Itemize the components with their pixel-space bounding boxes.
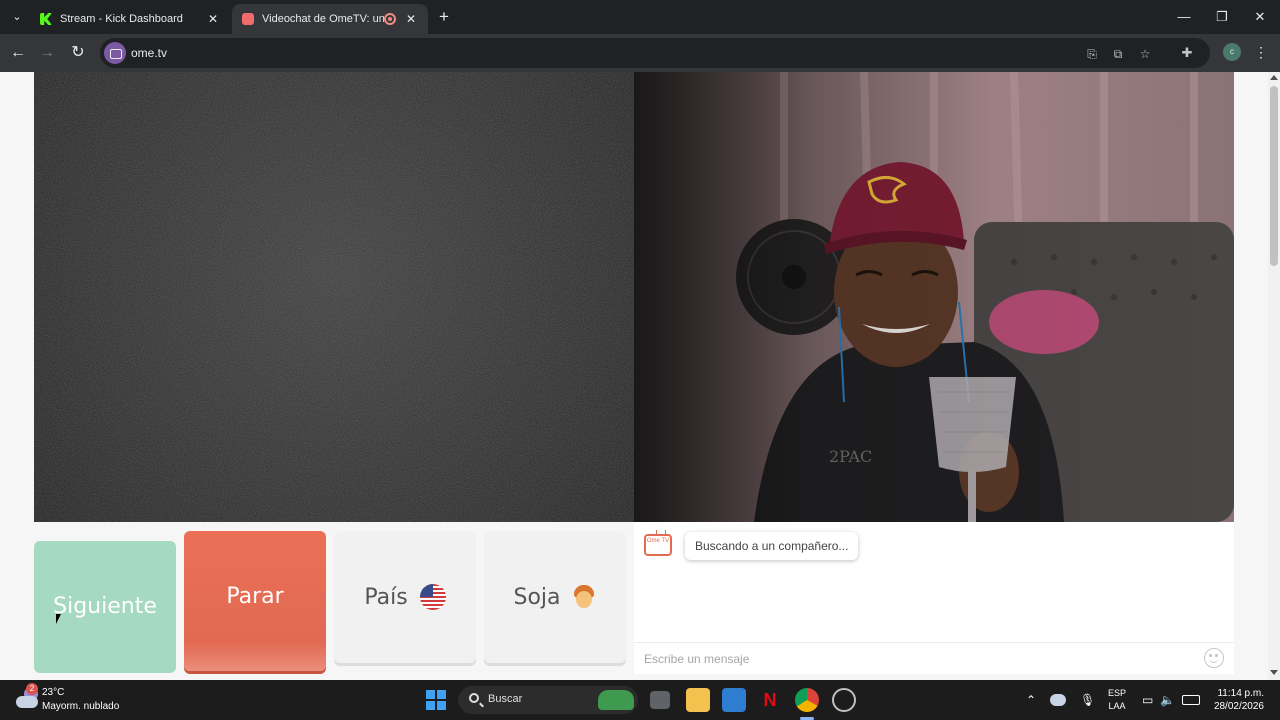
country-filter-button[interactable]: País <box>334 531 476 663</box>
close-icon[interactable]: ✕ <box>404 12 418 26</box>
scroll-thumb[interactable] <box>1270 86 1278 266</box>
gender-filter-button[interactable]: Soja <box>484 531 626 663</box>
obs-icon[interactable] <box>832 688 856 712</box>
keyboard-layout: LAA <box>1108 701 1126 711</box>
clock-date: 28/02/2026 <box>1213 701 1264 712</box>
new-tab-plus-icon[interactable]: + <box>434 7 454 27</box>
search-label: Buscar <box>488 693 523 705</box>
boy-icon <box>571 584 597 610</box>
country-label: País <box>364 584 408 610</box>
tab-title: Stream - Kick Dashboard <box>60 13 183 25</box>
task-view-icon[interactable] <box>650 691 670 709</box>
stranger-video-static <box>34 72 634 522</box>
forward-arrow-icon[interactable]: → <box>36 42 58 64</box>
search-highlight-icon <box>598 690 634 710</box>
file-explorer-icon[interactable] <box>686 688 710 712</box>
maximize-icon[interactable]: ❐ <box>1204 4 1240 30</box>
onedrive-cloud-icon[interactable] <box>1050 694 1066 706</box>
page-content: 2PAC <box>0 72 1268 680</box>
battery-icon[interactable] <box>1182 695 1200 705</box>
tab-strip: ⌄ Stream - Kick Dashboard ✕ Videochat de… <box>0 0 1280 34</box>
kick-icon <box>40 13 52 25</box>
emoji-smiley-icon[interactable] <box>1204 648 1224 668</box>
tab-kick-dashboard[interactable]: Stream - Kick Dashboard ✕ <box>30 4 230 34</box>
us-flag-icon <box>419 584 446 610</box>
gender-label: Soja <box>513 584 561 610</box>
input-language-indicator[interactable]: ESP LAA <box>1106 687 1128 713</box>
back-arrow-icon[interactable]: ← <box>7 42 29 64</box>
weather-forecast[interactable]: Mayorm. nublado <box>42 701 119 712</box>
recording-icon <box>384 13 396 25</box>
message-input[interactable] <box>634 642 1234 674</box>
chrome-icon[interactable] <box>795 688 819 712</box>
webcam-scene-illustration: 2PAC <box>634 72 1234 522</box>
search-icon <box>469 693 479 703</box>
ometv-icon <box>242 13 254 25</box>
noise-pattern <box>34 72 634 522</box>
display-icon[interactable]: ▭ <box>1142 692 1153 708</box>
windows-taskbar: 2 23°C Mayorm. nublado Buscar N ⌃ 🎙 ESP … <box>0 680 1280 720</box>
extensions-puzzle-icon[interactable]: ✚ <box>1178 44 1196 62</box>
translate-icon[interactable]: ⎘ <box>1083 45 1101 63</box>
microphone-icon[interactable]: 🎙 <box>1080 692 1095 708</box>
weather-badge: 2 <box>26 683 38 695</box>
tab-ometv[interactable]: Videochat de OmeTV: una alternativa ✕ <box>232 4 428 34</box>
temperature[interactable]: 23°C <box>42 687 64 698</box>
volume-icon[interactable]: 🔈 <box>1160 692 1175 708</box>
browser-toolbar: ← → ↻ ome.tv ⎘ ⧉ ☆ ✚ c ⋮ <box>0 34 1280 72</box>
status-message: Buscando a un compañero... <box>685 532 859 560</box>
reload-icon[interactable]: ↻ <box>67 42 89 64</box>
show-hidden-icons-chevron-icon[interactable]: ⌃ <box>1026 692 1036 708</box>
site-info-icon[interactable] <box>104 42 126 64</box>
bookmark-star-icon[interactable]: ☆ <box>1136 45 1154 63</box>
scroll-down-arrow-icon[interactable] <box>1270 670 1278 675</box>
self-webcam-video: 2PAC <box>634 72 1234 522</box>
clock-time: 11:14 p.m. <box>1217 688 1264 699</box>
ometv-logo: Ome TV <box>644 534 672 556</box>
scroll-up-arrow-icon[interactable] <box>1270 75 1278 80</box>
next-button[interactable]: Siguiente <box>34 541 176 673</box>
minimize-icon[interactable]: — <box>1166 4 1202 30</box>
close-icon[interactable]: ✕ <box>206 12 220 26</box>
tab-search-chevron-icon[interactable]: ⌄ <box>6 6 28 28</box>
taskbar-search[interactable]: Buscar <box>458 686 638 714</box>
tab-title: Videochat de OmeTV: una alternativa <box>262 13 384 25</box>
window-close-icon[interactable]: ✕ <box>1242 4 1278 30</box>
mouse-cursor-icon <box>56 614 61 624</box>
system-clock[interactable]: 11:14 p.m. 28/02/2026 <box>1206 687 1264 713</box>
url-text[interactable]: ome.tv <box>131 46 167 60</box>
language-code: ESP <box>1107 688 1126 698</box>
address-bar[interactable]: ome.tv ⎘ ⧉ ☆ <box>100 38 1210 68</box>
profile-avatar[interactable]: c <box>1223 43 1241 61</box>
stop-button[interactable]: Parar <box>184 531 326 671</box>
chat-panel: Ome TV Buscando a un compañero... <box>634 522 1234 674</box>
microsoft-store-icon[interactable] <box>722 688 746 712</box>
windows-start-icon[interactable] <box>426 690 446 710</box>
page-scrollbar[interactable] <box>1268 72 1280 680</box>
netflix-icon[interactable]: N <box>758 688 782 712</box>
cast-icon[interactable]: ⧉ <box>1109 45 1127 63</box>
more-menu-icon[interactable]: ⋮ <box>1252 43 1270 61</box>
